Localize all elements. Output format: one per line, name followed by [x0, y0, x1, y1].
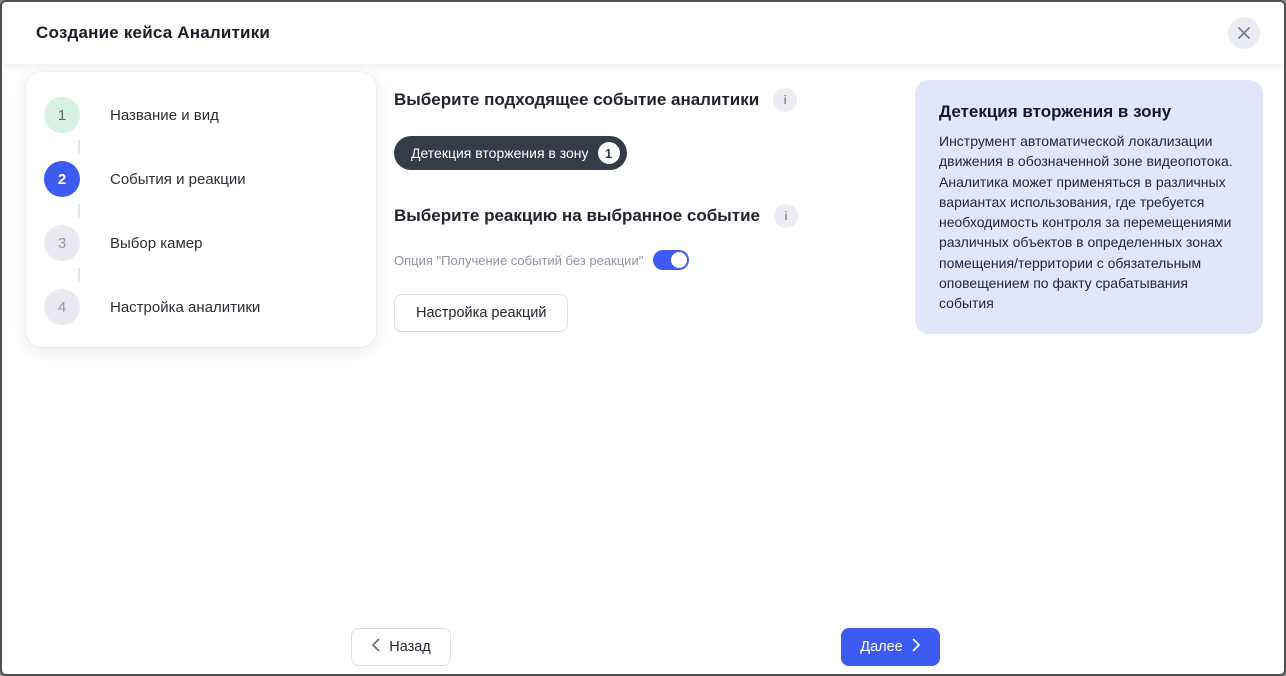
stepper-item-camera-selection[interactable]: 3 Выбор камер: [44, 225, 352, 261]
step-label: События и реакции: [110, 171, 246, 188]
create-analytics-case-dialog: Создание кейса Аналитики 1 Название и ви…: [0, 0, 1286, 676]
close-button[interactable]: [1228, 17, 1260, 49]
info-icon[interactable]: i: [774, 204, 798, 228]
event-description-text: Инструмент автоматической локализации дв…: [939, 131, 1239, 314]
step-label: Настройка аналитики: [110, 299, 260, 316]
step-connector: [78, 140, 80, 154]
step-label: Название и вид: [110, 107, 219, 124]
selected-event-count-badge: 1: [598, 142, 620, 164]
stepper-item-events-and-reactions[interactable]: 2 События и реакции: [44, 161, 352, 197]
stepper-item-name-and-type[interactable]: 1 Название и вид: [44, 97, 352, 133]
next-button-label: Далее: [860, 639, 902, 655]
selected-event-chip-label: Детекция вторжения в зону: [411, 145, 589, 161]
configure-reactions-button[interactable]: Настройка реакций: [394, 294, 568, 332]
back-button-label: Назад: [389, 639, 431, 655]
no-reaction-toggle[interactable]: [653, 250, 689, 270]
step-number-badge: 3: [44, 225, 80, 261]
step-number-badge: 4: [44, 289, 80, 325]
dialog-title: Создание кейса Аналитики: [36, 23, 270, 43]
step-label: Выбор камер: [110, 235, 202, 252]
reaction-section-heading: Выберите реакцию на выбранное событие: [394, 206, 760, 226]
no-reaction-option-label: Опция "Получение событий без реакции": [394, 253, 643, 268]
step-connector: [78, 204, 80, 218]
chevron-right-icon: [912, 638, 921, 656]
stepper-panel: 1 Название и вид 2 События и реакции 3 В…: [26, 72, 376, 347]
toggle-knob: [671, 252, 687, 268]
step-connector: [78, 268, 80, 282]
dialog-header: Создание кейса Аналитики: [2, 2, 1284, 64]
back-button[interactable]: Назад: [351, 628, 451, 666]
next-button[interactable]: Далее: [841, 628, 940, 666]
event-section-heading: Выберите подходящее событие аналитики: [394, 90, 759, 110]
event-description-panel: Детекция вторжения в зону Инструмент авт…: [915, 80, 1263, 334]
info-icon[interactable]: i: [773, 88, 797, 112]
step-number-badge: 2: [44, 161, 80, 197]
step-number-badge: 1: [44, 97, 80, 133]
close-icon: [1237, 26, 1251, 40]
event-description-title: Детекция вторжения в зону: [939, 102, 1239, 122]
chevron-left-icon: [371, 638, 380, 656]
main-content: Выберите подходящее событие аналитики i …: [394, 88, 894, 332]
selected-event-chip[interactable]: Детекция вторжения в зону 1: [394, 136, 627, 170]
stepper-item-analytics-settings[interactable]: 4 Настройка аналитики: [44, 289, 352, 325]
